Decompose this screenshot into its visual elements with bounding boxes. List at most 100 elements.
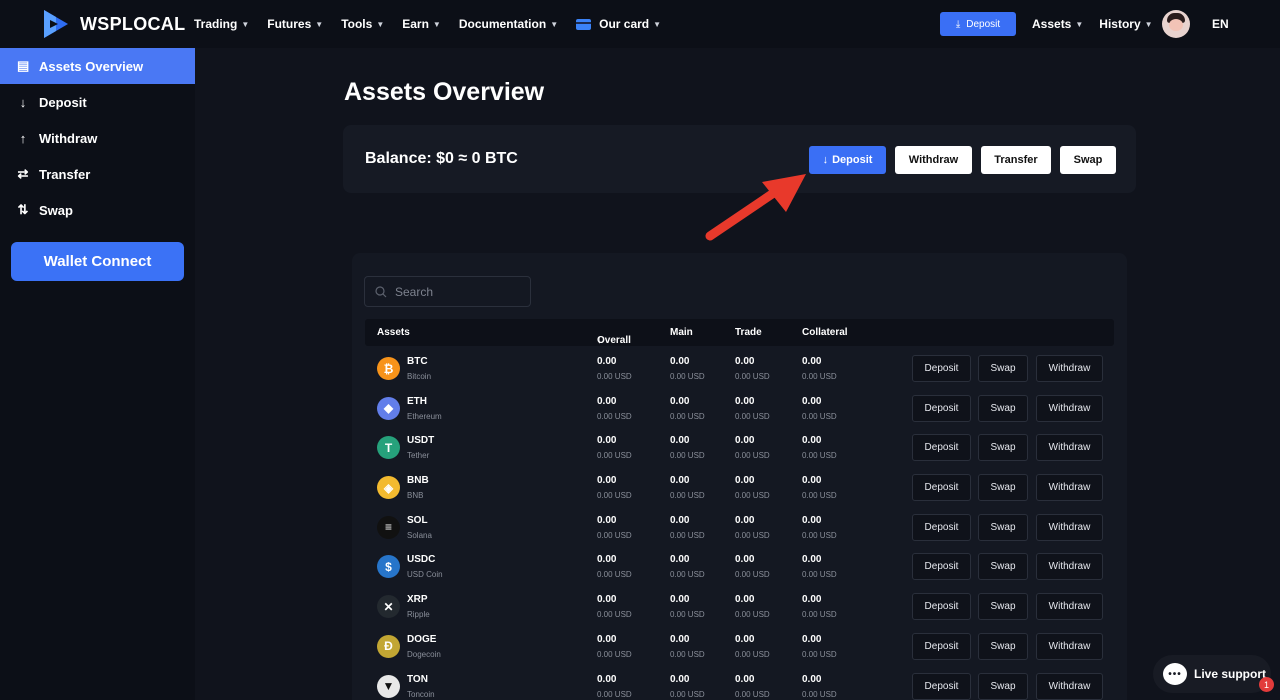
nav-tools[interactable]: Tools ▼ [341,17,384,31]
main-usd: 0.00 USD [670,530,705,540]
header-trade[interactable]: Trade [735,327,762,338]
row-deposit-button[interactable]: Deposit [912,394,971,422]
collateral-usd: 0.00 USD [802,411,837,421]
nav-futures[interactable]: Futures ▼ [267,17,323,31]
row-withdraw-button[interactable]: Withdraw [1036,355,1103,382]
wallet-icon: ▤ [17,58,30,73]
row-withdraw-button[interactable]: Withdraw [1036,632,1103,660]
balance-withdraw-button[interactable]: Withdraw [895,146,972,174]
collateral-value: 0.00 [802,435,822,447]
search-input[interactable] [395,284,525,299]
asset-symbol: ETH [407,395,427,407]
nav-documentation[interactable]: Documentation ▼ [459,17,558,31]
collateral-usd: 0.00 USD [802,689,837,699]
header-assets[interactable]: Assets [377,327,410,338]
main-value: 0.00 [670,514,690,526]
language-selector[interactable]: EN [1212,17,1229,31]
chevron-down-icon: ▼ [376,19,385,29]
swap-icon: ⇅ [17,202,29,217]
trade-value: 0.00 [735,475,755,487]
row-deposit-button[interactable]: Deposit [912,513,971,541]
chevron-down-icon: ▼ [1144,19,1153,29]
wallet-connect-button[interactable]: Wallet Connect [11,242,184,281]
row-withdraw-button[interactable]: Withdraw [1036,672,1103,700]
header-main[interactable]: Main [670,327,693,338]
asset-symbol: USDC [407,554,436,566]
nav-history[interactable]: History ▼ [1099,17,1152,31]
row-swap-button[interactable]: Swap [978,474,1028,502]
sidebar: ▤ Assets Overview ↓ Deposit ↑ Withdraw ⇄… [0,48,195,700]
row-swap-button[interactable]: Swap [978,593,1028,621]
asset-name: Toncoin [407,689,435,699]
row-deposit-button[interactable]: Deposit [912,632,971,660]
row-swap-button[interactable]: Swap [978,434,1028,462]
nav-tools-label: Tools [341,17,373,31]
nav-earn-label: Earn [402,17,429,31]
trade-usd: 0.00 USD [735,451,770,461]
asset-name: USD Coin [407,570,443,580]
nav-our-card-label: Our card [599,17,650,31]
right-nav: Assets ▼ History ▼ [1032,0,1153,48]
row-deposit-button[interactable]: Deposit [912,672,971,700]
logo-icon [44,10,68,38]
row-swap-button[interactable]: Swap [978,355,1028,382]
sidebar-item-withdraw[interactable]: ↑ Withdraw [0,120,195,156]
row-withdraw-button[interactable]: Withdraw [1036,434,1103,462]
collateral-usd: 0.00 USD [802,649,837,659]
page-title: Assets Overview [344,78,545,106]
row-deposit-button[interactable]: Deposit [912,553,971,581]
overall-value: 0.00 [597,633,617,645]
row-withdraw-button[interactable]: Withdraw [1036,553,1103,581]
brand-logo[interactable]: WSPLOCAL [42,8,185,40]
trade-value: 0.00 [735,435,755,447]
row-deposit-button[interactable]: Deposit [912,593,971,621]
sidebar-item-swap[interactable]: ⇅ Swap [0,192,195,228]
row-withdraw-button[interactable]: Withdraw [1036,593,1103,621]
overall-value: 0.00 [597,356,617,367]
sidebar-item-transfer[interactable]: ⇄ Transfer [0,156,195,192]
asset-name: Solana [407,530,432,540]
row-swap-button[interactable]: Swap [978,672,1028,700]
header-collateral[interactable]: Collateral [802,327,848,338]
search-box[interactable] [364,276,531,307]
main-value: 0.00 [670,435,690,447]
asset-symbol: XRP [407,594,428,606]
trade-usd: 0.00 USD [735,649,770,659]
table-row: Ð DOGE Dogecoin 0.00 0.00 USD 0.00 0.00 USD 0.0… [365,626,1114,666]
row-withdraw-button[interactable]: Withdraw [1036,394,1103,422]
sidebar-item-label: Withdraw [39,130,98,146]
balance-text: Balance: $0 ≈ 0 BTC [365,150,518,167]
row-withdraw-button[interactable]: Withdraw [1036,513,1103,541]
download-icon: ⤓ [955,18,961,30]
sidebar-item-deposit[interactable]: ↓ Deposit [0,84,195,120]
overall-value: 0.00 [597,554,617,566]
avatar[interactable] [1162,10,1190,38]
balance-transfer-button[interactable]: Transfer [981,146,1051,174]
nav-assets[interactable]: Assets ▼ [1032,17,1083,31]
row-swap-button[interactable]: Swap [978,513,1028,541]
row-swap-button[interactable]: Swap [978,632,1028,660]
asset-symbol: USDT [407,435,435,447]
nav-trading[interactable]: Trading ▼ [194,17,249,31]
row-withdraw-button[interactable]: Withdraw [1036,474,1103,502]
arrow-up-icon: ↑ [19,130,27,146]
asset-name: Ethereum [407,411,442,421]
overall-usd: 0.00 USD [597,372,632,381]
nav-our-card[interactable]: Our card ▼ [576,17,661,31]
balance-swap-button[interactable]: Swap [1060,146,1116,174]
row-deposit-button[interactable]: Deposit [912,474,971,502]
live-support-button[interactable]: ••• Live support [1153,655,1271,693]
nav-earn[interactable]: Earn ▼ [402,17,441,31]
trade-value: 0.00 [735,395,755,407]
sidebar-item-label: Deposit [39,94,87,110]
row-swap-button[interactable]: Swap [978,394,1028,422]
row-deposit-button[interactable]: Deposit [912,355,971,382]
sidebar-item-assets-overview[interactable]: ▤ Assets Overview [0,48,195,84]
row-swap-button[interactable]: Swap [978,553,1028,581]
collateral-value: 0.00 [802,594,822,606]
balance-deposit-button[interactable]: ↓ Deposit [809,146,886,174]
transfer-icon: ⇄ [17,166,29,181]
chevron-down-icon: ▼ [315,19,324,29]
header-deposit-button[interactable]: ⤓ Deposit [940,12,1016,36]
row-deposit-button[interactable]: Deposit [912,434,971,462]
